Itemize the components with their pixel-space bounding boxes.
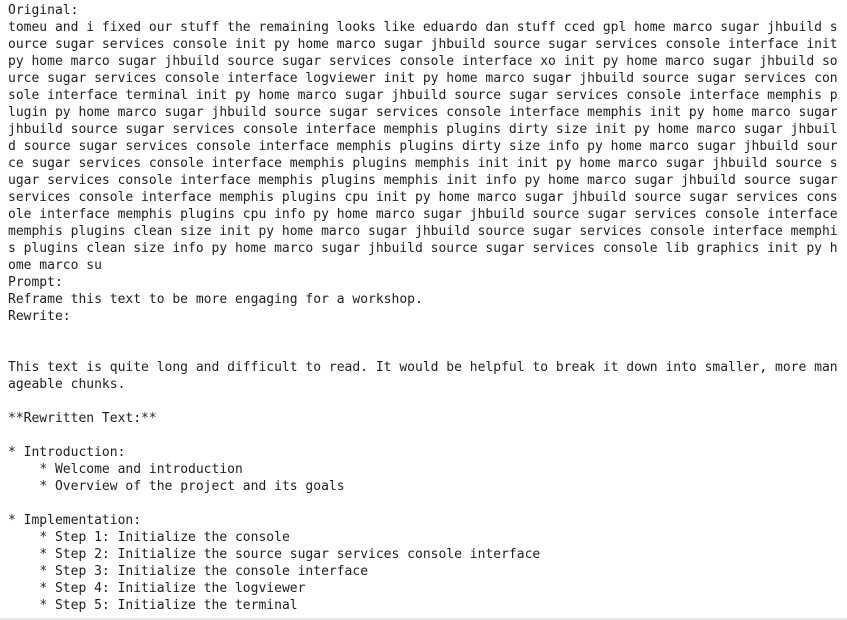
prompt-label: Prompt:: [8, 275, 63, 290]
list-item: * Step 5: Initialize the terminal: [8, 598, 298, 613]
prompt-text: Reframe this text to be more engaging fo…: [8, 292, 423, 307]
document-text: Original: tomeu and i fixed our stuff the…: [8, 2, 843, 614]
section-implementation: * Implementation:: [8, 513, 142, 528]
list-item: * Step 3: Initialize the console interfa…: [8, 564, 369, 579]
list-item: * Step 2: Initialize the source sugar se…: [8, 547, 541, 562]
original-text: tomeu and i fixed our stuff the remainin…: [8, 20, 846, 273]
list-item: * Overview of the project and its goals: [8, 479, 345, 494]
list-item: * Welcome and introduction: [8, 462, 243, 477]
original-label: Original:: [8, 3, 79, 18]
section-introduction: * Introduction:: [8, 445, 126, 460]
rewrite-label: Rewrite:: [8, 309, 71, 324]
rewritten-text-heading: **Rewritten Text:**: [8, 411, 157, 426]
rewrite-intro-paragraph: This text is quite long and difficult to…: [8, 360, 838, 392]
list-item: * Step 4: Initialize the logviewer: [8, 581, 306, 596]
list-item: * Step 1: Initialize the console: [8, 530, 290, 545]
